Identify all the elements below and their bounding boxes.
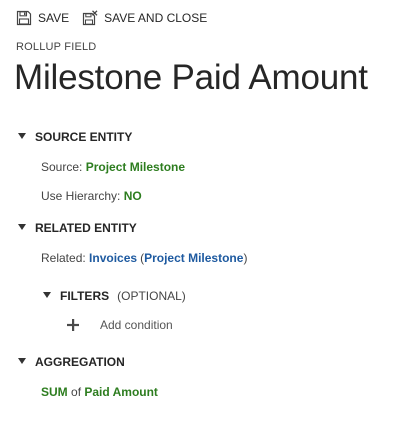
- use-hierarchy-row: Use Hierarchy: NO: [41, 189, 142, 203]
- save-button[interactable]: SAVE: [16, 10, 69, 26]
- save-label: SAVE: [38, 11, 70, 25]
- close-paren: ): [243, 251, 248, 265]
- command-bar: SAVE SAVE AND CLOSE: [16, 8, 207, 28]
- save-and-close-icon: [82, 10, 98, 26]
- add-condition-label: Add condition: [100, 318, 173, 332]
- section-heading: RELATED ENTITY: [35, 221, 137, 235]
- form-type-label: ROLLUP FIELD: [16, 41, 97, 53]
- aggregate-connector: of: [71, 385, 82, 399]
- related-row: Related: Invoices (Project Milestone): [41, 251, 247, 265]
- collapse-triangle-icon: [43, 292, 51, 298]
- section-heading: SOURCE ENTITY: [35, 130, 133, 144]
- related-entity-link[interactable]: Invoices: [89, 251, 137, 265]
- section-aggregation[interactable]: AGGREGATION: [18, 355, 125, 369]
- use-hierarchy-value[interactable]: NO: [124, 189, 142, 203]
- plus-icon: [66, 318, 80, 332]
- save-and-close-button[interactable]: SAVE AND CLOSE: [82, 10, 207, 26]
- section-filters[interactable]: FILTERS (OPTIONAL): [43, 289, 186, 303]
- related-label: Related:: [41, 251, 86, 265]
- optional-label: (OPTIONAL): [117, 289, 186, 303]
- add-condition-button[interactable]: Add condition: [66, 318, 173, 332]
- save-icon: [16, 10, 32, 26]
- aggregate-function[interactable]: SUM: [41, 385, 68, 399]
- aggregate-field[interactable]: Paid Amount: [84, 385, 158, 399]
- source-value[interactable]: Project Milestone: [86, 160, 185, 174]
- section-heading: AGGREGATION: [35, 355, 125, 369]
- collapse-triangle-icon: [18, 358, 26, 364]
- section-source-entity[interactable]: SOURCE ENTITY: [18, 130, 132, 144]
- collapse-triangle-icon: [18, 224, 26, 230]
- section-heading: FILTERS: [60, 289, 110, 303]
- collapse-triangle-icon: [18, 133, 26, 139]
- aggregation-row: SUM of Paid Amount: [41, 385, 158, 399]
- page-title: Milestone Paid Amount: [14, 58, 368, 97]
- relationship-link[interactable]: Project Milestone: [144, 251, 243, 265]
- save-and-close-label: SAVE AND CLOSE: [104, 11, 208, 25]
- section-related-entity[interactable]: RELATED ENTITY: [18, 221, 137, 235]
- source-label: Source:: [41, 160, 83, 174]
- use-hierarchy-label: Use Hierarchy:: [41, 189, 121, 203]
- source-row: Source: Project Milestone: [41, 160, 185, 174]
